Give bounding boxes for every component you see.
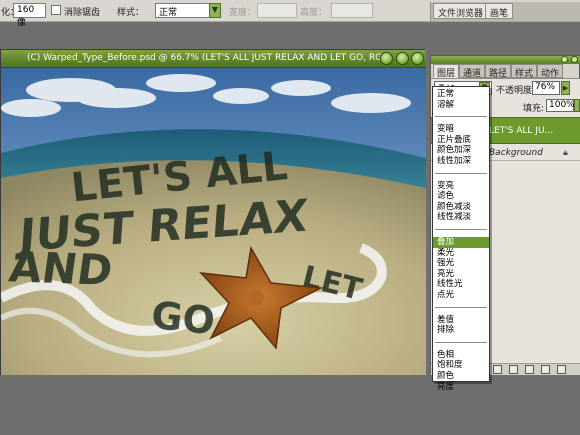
width-input xyxy=(257,3,297,18)
new-layer-icon[interactable] xyxy=(541,365,550,374)
blend-mode-option[interactable]: 正常 xyxy=(433,89,489,100)
width-label: 宽度： xyxy=(229,8,257,18)
blend-mode-option[interactable]: 滤色 xyxy=(433,191,489,202)
maximize-button[interactable] xyxy=(396,52,409,65)
opacity-label: 不透明度: xyxy=(496,86,536,96)
blend-mode-option[interactable]: 变亮 xyxy=(433,181,489,192)
document-title: (C) Warped_Type_Before.psd @ 66.7% (LET'… xyxy=(27,53,392,63)
palette-close-button[interactable] xyxy=(571,56,578,63)
close-button[interactable] xyxy=(411,52,424,65)
blend-mode-option[interactable]: 线性减淡 xyxy=(433,212,489,223)
style-dropdown-arrow-icon[interactable]: ▼ xyxy=(209,3,221,18)
blend-mode-option[interactable]: 点光 xyxy=(433,290,489,301)
menu-separator xyxy=(435,341,487,343)
layer-name: Background xyxy=(489,148,543,158)
link-layers-icon[interactable] xyxy=(493,365,502,374)
add-style-icon[interactable] xyxy=(509,365,518,374)
blend-mode-option[interactable]: 颜色加深 xyxy=(433,145,489,156)
style-select[interactable]: 正常 xyxy=(155,3,210,18)
antialias-checkbox[interactable] xyxy=(51,5,61,15)
tab-actions[interactable]: 动作 xyxy=(537,64,564,79)
document-window: (C) Warped_Type_Before.psd @ 66.7% (LET'… xyxy=(0,49,426,375)
palette-minimize-button[interactable] xyxy=(561,56,568,63)
minimize-button[interactable] xyxy=(380,52,393,65)
tab-channels[interactable]: 通道 xyxy=(459,64,486,79)
blend-mode-option[interactable]: 差值 xyxy=(433,315,489,326)
palette-titlebar[interactable] xyxy=(431,56,580,64)
menu-separator xyxy=(435,116,487,118)
fill-label: 填充: xyxy=(523,104,545,114)
blend-mode-option[interactable]: 叠加 xyxy=(433,237,489,248)
tab-styles[interactable]: 样式 xyxy=(511,64,538,79)
options-bar: 化： 160 像 消除锯齿 样式： 正常 ▼ 宽度： 高度： 文件浏览器 画笔 xyxy=(0,0,580,28)
lock-icon: 🔒︎ xyxy=(563,148,568,158)
palette-well: 文件浏览器 画笔 xyxy=(430,2,580,21)
blend-mode-option[interactable]: 线性加深 xyxy=(433,156,489,167)
blend-mode-option[interactable]: 排除 xyxy=(433,325,489,336)
beach-photo: LET'S ALL JUST RELAX AND LET GO xyxy=(1,68,426,375)
tab-brushes[interactable]: 画笔 xyxy=(485,3,514,19)
layer-name: LET'S ALL JU... xyxy=(489,126,554,136)
opacity-input[interactable]: 76% xyxy=(532,81,560,95)
blend-mode-option[interactable]: 强光 xyxy=(433,258,489,269)
blend-mode-option[interactable]: 变暗 xyxy=(433,124,489,135)
tab-file-browser[interactable]: 文件浏览器 xyxy=(433,3,489,19)
style-label: 样式： xyxy=(117,8,145,18)
size-input[interactable]: 160 像 xyxy=(13,3,46,28)
add-mask-icon[interactable] xyxy=(525,365,534,374)
blend-mode-option[interactable]: 溶解 xyxy=(433,100,489,111)
opacity-slider-arrow-icon[interactable]: ▶ xyxy=(561,81,570,95)
menu-separator xyxy=(435,229,487,230)
blend-mode-dropdown: 正常 溶解 变暗 正片叠底 颜色加深 线性加深 变亮 滤色 颜色减淡 线性减淡 叠加 柔光 强光 亮光 线性… xyxy=(432,86,490,392)
fill-input[interactable]: 100% xyxy=(546,99,575,112)
height-input xyxy=(331,3,373,18)
artwork-line-5: GO xyxy=(149,293,217,343)
menu-separator xyxy=(435,306,487,308)
artwork-line-3: AND xyxy=(6,243,115,295)
blend-mode-option[interactable]: 线性光 xyxy=(433,279,489,290)
image-canvas[interactable]: LET'S ALL JUST RELAX AND LET GO xyxy=(1,68,426,375)
trash-icon[interactable] xyxy=(557,365,566,374)
tab-layers[interactable]: 图层 xyxy=(433,64,460,79)
height-label: 高度： xyxy=(300,8,328,18)
blend-mode-option[interactable]: 亮度 xyxy=(433,382,489,393)
antialias-label: 消除锯齿 xyxy=(64,8,101,18)
document-titlebar[interactable]: (C) Warped_Type_Before.psd @ 66.7% (LET'… xyxy=(1,50,426,68)
menu-separator xyxy=(435,172,487,174)
fill-slider-arrow-icon[interactable] xyxy=(574,99,580,112)
blend-mode-option[interactable]: 饱和度 xyxy=(433,360,489,371)
blend-mode-option[interactable]: 颜色 xyxy=(433,371,489,382)
tab-paths[interactable]: 路径 xyxy=(485,64,512,79)
blend-mode-option[interactable]: 柔光 xyxy=(433,248,489,259)
